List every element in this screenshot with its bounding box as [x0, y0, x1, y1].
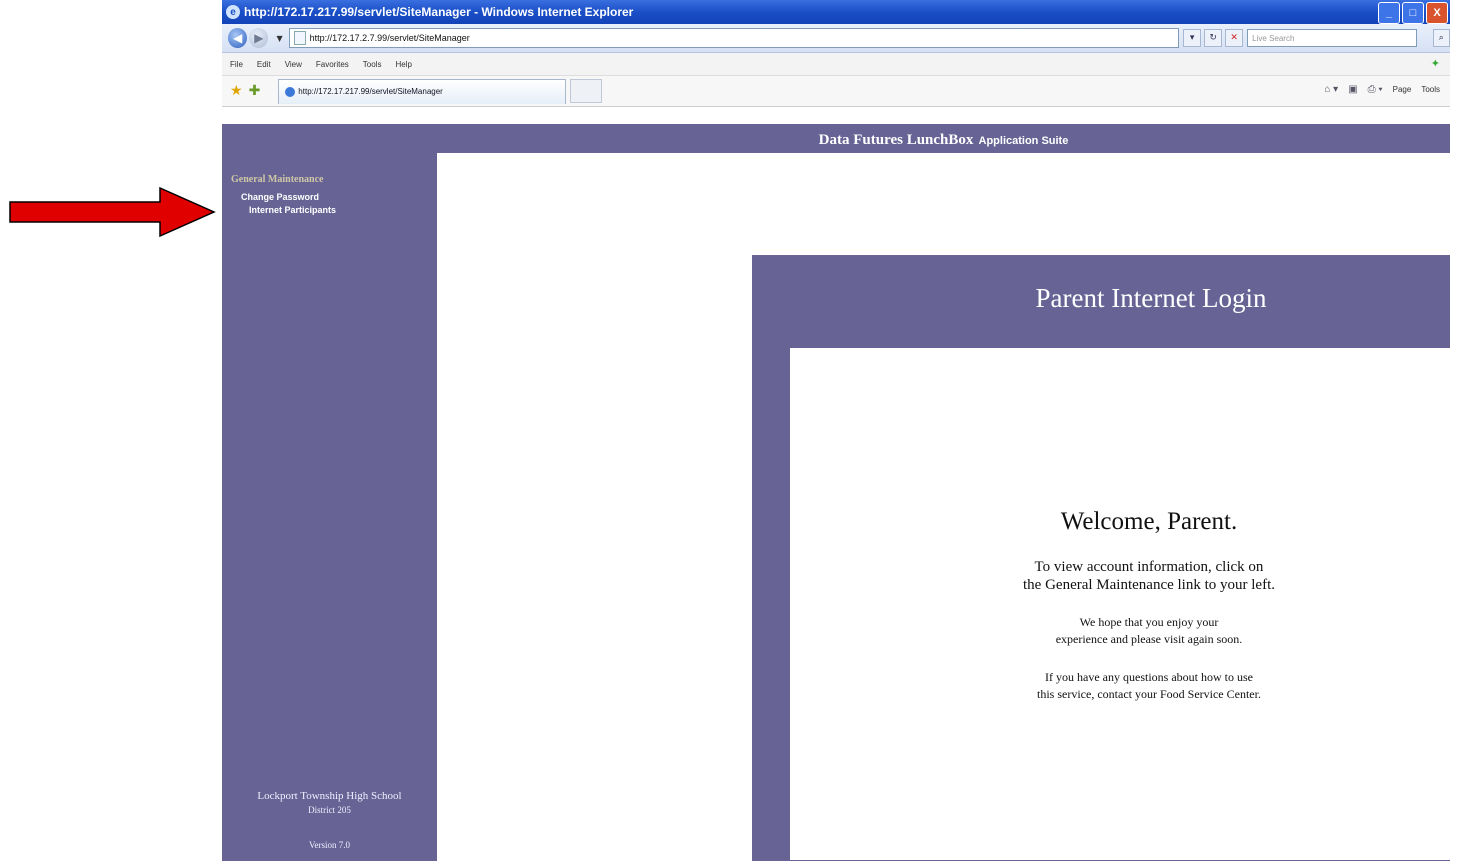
sidebar: General Maintenance Change Password Inte… [222, 124, 437, 861]
ie-logo-icon: e [226, 5, 240, 19]
menu-edit[interactable]: Edit [257, 60, 271, 69]
add-favorites-icon[interactable]: ✚ [249, 83, 261, 99]
menu-favorites[interactable]: Favorites [316, 60, 349, 69]
welcome-card: Welcome, Parent. To view account informa… [790, 348, 1450, 860]
instructions-line-2: the General Maintenance link to your lef… [1023, 577, 1275, 593]
panel-title: Parent Internet Login [1035, 283, 1267, 313]
instructions-line-1: To view account information, click on [1034, 559, 1264, 575]
menu-view[interactable]: View [285, 60, 302, 69]
refresh-icon[interactable]: ↻ [1204, 29, 1223, 47]
favorites-star-icon[interactable]: ★ [230, 83, 243, 99]
close-button[interactable]: X [1426, 2, 1448, 24]
menu-file[interactable]: File [230, 60, 243, 69]
window-title: http://172.17.217.99/servlet/SiteManager… [244, 5, 634, 19]
history-dropdown-icon[interactable]: ▼ [276, 34, 282, 43]
go-dropdown-icon[interactable]: ▾ [1183, 29, 1202, 47]
contact-line-1: If you have any questions about how to u… [1045, 670, 1253, 684]
nav-section-general-maintenance[interactable]: General Maintenance [231, 174, 323, 185]
browser-window: e http://172.17.217.99/servlet/SiteManag… [222, 0, 1450, 861]
feeds-icon[interactable]: ▣ [1348, 84, 1357, 95]
contact-line-2: this service, contact your Food Service … [1037, 687, 1261, 701]
internet-participants-link[interactable]: Internet Participants [249, 205, 336, 215]
menu-tools[interactable]: Tools [363, 60, 382, 69]
minimize-button[interactable]: _ [1378, 2, 1400, 24]
red-arrow-annotation [9, 186, 216, 238]
tools-menu[interactable]: Tools [1421, 85, 1440, 94]
browser-tab[interactable]: http://172.17.217.99/servlet/SiteManager [278, 78, 567, 104]
app-brand: Data Futures LunchBox [818, 132, 974, 148]
version-label: Version 7.0 [309, 840, 350, 850]
change-password-link[interactable]: Change Password [241, 192, 319, 202]
hope-line-1: We hope that you enjoy your [1079, 615, 1219, 629]
tab-row: ★ ✚ http://172.17.217.99/servlet/SiteMan… [222, 76, 1450, 107]
welcome-heading: Welcome, Parent. [1060, 508, 1238, 535]
instructions-text: To view account information, click on th… [790, 558, 1450, 594]
school-district: District 205 [308, 805, 351, 815]
command-bar: ⌂ ▾ ▣ ⎙ ▾ Page Tools [1324, 84, 1440, 95]
login-panel: Parent Internet Login Welcome, Parent. T… [752, 255, 1450, 861]
stop-icon[interactable]: ✕ [1225, 29, 1244, 47]
tab-label: http://172.17.217.99/servlet/SiteManager [298, 87, 443, 96]
page-icon [293, 31, 306, 45]
address-field[interactable]: http://172.17.2.7.99/servlet/SiteManager [288, 28, 1180, 48]
hope-line-2: experience and please visit again soon. [1055, 632, 1243, 646]
menu-bar: File Edit View Favorites Tools Help ✦ [222, 53, 1450, 76]
main-content: Parent Internet Login Welcome, Parent. T… [437, 153, 1450, 861]
school-title: Lockport Township High School [257, 790, 402, 802]
search-icon[interactable]: ⌕ [1432, 29, 1450, 47]
home-icon[interactable]: ⌂ ▾ [1324, 84, 1338, 95]
title-bar: e http://172.17.217.99/servlet/SiteManag… [222, 0, 1450, 24]
app-header: Data Futures LunchBox Application Suite [437, 124, 1450, 153]
lunchbox-app: General Maintenance Change Password Inte… [222, 124, 1450, 861]
forward-icon[interactable]: ▶ [249, 28, 269, 48]
school-name: Lockport Township High School District 2… [222, 789, 437, 817]
new-tab-button[interactable] [570, 79, 603, 103]
app-suite: Application Suite [978, 135, 1069, 147]
menu-help[interactable]: Help [395, 60, 411, 69]
address-url: http://172.17.2.7.99/servlet/SiteManager [309, 33, 470, 43]
back-icon[interactable]: ◀ [228, 28, 248, 48]
search-input[interactable]: Live Search [1247, 29, 1417, 47]
address-row: ◀ ▶ ▼ http://172.17.2.7.99/servlet/SiteM… [222, 24, 1450, 53]
page-menu[interactable]: Page [1393, 85, 1412, 94]
extension-icon[interactable]: ✦ [1431, 57, 1440, 70]
print-icon[interactable]: ⎙ ▾ [1368, 84, 1383, 95]
maximize-button[interactable]: □ [1402, 2, 1424, 24]
hope-text: We hope that you enjoy your experience a… [790, 614, 1450, 648]
contact-text: If you have any questions about how to u… [790, 669, 1450, 703]
tab-page-icon [285, 86, 296, 97]
